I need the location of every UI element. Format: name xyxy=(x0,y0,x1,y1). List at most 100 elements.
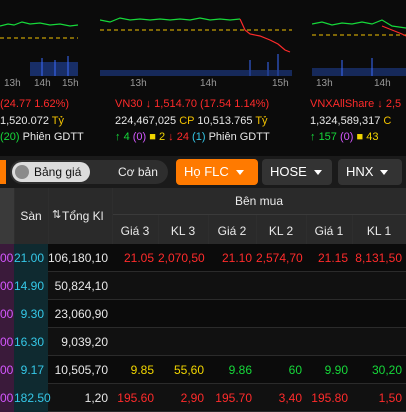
vnxallshare-shares: 1,324,589,317 xyxy=(310,115,381,127)
tick-label: 14h xyxy=(34,78,51,89)
kl1-cell xyxy=(352,272,406,300)
tong-kl-cell: 23,060,90 xyxy=(54,307,108,321)
gia2-cell xyxy=(208,328,256,356)
vnindex-chart-svg xyxy=(0,21,78,76)
tong-kl-cell: 1,20 xyxy=(84,391,108,405)
col-gia1-header: Giá 1 xyxy=(314,224,344,238)
san-cell: 21.00 xyxy=(14,244,48,272)
vn30-breadth: ↑ 4 (0) ■ 2 ↓ 24 (1) Phiên GDTT xyxy=(115,131,270,143)
col-kl1-header: KL 1 xyxy=(366,224,392,238)
sessions-label: Phiên GDTT xyxy=(22,131,84,143)
accent-edge xyxy=(0,160,6,184)
kl3-cell xyxy=(158,272,208,300)
vnxallshare-breadth: ↑ 157 (0) ■ 43 xyxy=(310,131,378,143)
down-arrow-icon: ↓ xyxy=(168,131,174,143)
tick-label: 13h xyxy=(4,78,21,89)
kl2-cell: 2,574,70 xyxy=(256,251,303,265)
floor-count: (20) xyxy=(0,131,20,143)
vnxallshare-name: VNXAllShare xyxy=(310,98,375,110)
gia3-cell xyxy=(112,328,158,356)
ref-square-icon: ■ xyxy=(356,131,364,143)
group-dropdown[interactable]: Họ FLC xyxy=(176,159,258,185)
tick-label: 13h xyxy=(130,78,147,89)
kl1-cell xyxy=(352,300,406,328)
up-arrow-icon: ↑ xyxy=(310,131,316,143)
header-divider xyxy=(112,214,406,215)
toggle-basic[interactable]: Cơ bản xyxy=(118,160,158,184)
kl3-cell: 2,90 xyxy=(180,391,204,405)
vn30-value: 1,514.70 xyxy=(154,98,197,110)
col-tong-kl-header[interactable]: Tổng Kl xyxy=(62,209,108,223)
gia1-cell: 9.90 xyxy=(324,363,348,377)
kl3-cell xyxy=(158,328,208,356)
chevron-down-icon xyxy=(235,170,244,176)
chevron-down-icon xyxy=(313,170,322,176)
tick-label: 13h xyxy=(316,78,333,89)
kl2-cell xyxy=(256,328,306,356)
tong-kl-cell: 50,824,10 xyxy=(54,279,108,293)
tran-cell: 00 xyxy=(0,384,14,412)
tick-label: 15h xyxy=(62,78,78,89)
table-row[interactable]: 00 9.30 23,060,90 xyxy=(0,300,406,328)
vnxallshare-volume: 1,324,589,317 C xyxy=(310,115,391,127)
kl3-cell: 55,60 xyxy=(173,363,204,377)
table-row[interactable]: 00 182.50 1,20 195.60 2,90 195.70 3,40 195.80 1,… xyxy=(0,384,406,412)
toggle-price-board[interactable]: Bảng giá xyxy=(34,160,81,184)
exchange-dropdown-hose[interactable]: HOSE xyxy=(262,159,332,185)
tran-cell: 00 xyxy=(0,272,14,300)
cp-label: CP xyxy=(179,115,195,127)
table-row[interactable]: 00 16.30 9,039,20 xyxy=(0,328,406,356)
gia1-cell xyxy=(306,328,352,356)
vn30-value-traded: 10,513.765 xyxy=(197,115,253,127)
kl2-cell xyxy=(256,272,306,300)
down-arrow-icon: ↓ xyxy=(377,98,383,110)
kl2-cell: 60 xyxy=(288,363,302,377)
vnindex-change-text: (24.77 1.62%) xyxy=(0,98,70,110)
vnindex-change: (24.77 1.62%) xyxy=(0,98,69,110)
header-edge xyxy=(0,188,14,244)
vnindex-sessions: (20) Phiên GDTT xyxy=(0,131,84,143)
up-arrow-icon: ↑ xyxy=(115,131,121,143)
vnxallshare-summary: VNXAllShare ↓ 2,5 xyxy=(310,98,401,110)
col-kl2-header: KL 2 xyxy=(268,224,294,238)
table-row[interactable]: 00 9.17 10,505,70 9.85 55,60 9.86 60 9.90 30,20 xyxy=(0,356,406,384)
vnxallshare-chart[interactable]: 13h 14h xyxy=(312,0,406,90)
col-san-header[interactable]: Sàn xyxy=(18,209,44,223)
floor-count: (1) xyxy=(192,131,206,143)
down-arrow-icon: ↓ xyxy=(145,98,152,110)
ref-count: 43 xyxy=(366,131,379,143)
gia1-cell: 195.80 xyxy=(311,391,348,405)
gia1-cell: 21.15 xyxy=(317,251,348,265)
tong-kl-cell: 9,039,20 xyxy=(61,335,108,349)
san-cell: 16.30 xyxy=(14,328,48,356)
san-cell: 9.30 xyxy=(14,300,48,328)
gia2-cell: 9.86 xyxy=(228,363,252,377)
view-toggle[interactable]: Bảng giá Cơ bản xyxy=(10,160,168,184)
exchange-dropdown-hnx[interactable]: HNX xyxy=(338,159,402,185)
gia2-cell xyxy=(208,300,256,328)
group-label: Họ FLC xyxy=(184,164,229,179)
kl1-cell xyxy=(352,328,406,356)
vnindex-chart[interactable]: 13h 14h 15h xyxy=(0,0,78,90)
tong-kl-cell: 10,505,70 xyxy=(54,363,108,377)
tran-cell: 00 xyxy=(0,244,14,272)
tran-cell: 00 xyxy=(0,356,14,384)
tick-label: 14h xyxy=(374,78,391,89)
gia1-cell xyxy=(306,272,352,300)
table-row[interactable]: 00 21.00 106,180,10 21.05 2,070,50 21.10 2,574… xyxy=(0,244,406,272)
ref-count: 2 xyxy=(158,131,166,143)
ceiling-count: (0) xyxy=(339,131,354,143)
sort-icon[interactable]: ⇅ xyxy=(52,208,61,221)
vnindex-volume: 1,520.072 Tỷ xyxy=(0,115,64,127)
vn30-chart[interactable]: 13h 14h 15h xyxy=(100,0,292,90)
tong-kl-cell: 106,180,10 xyxy=(48,251,109,265)
table-row[interactable]: 00 14.90 50,824,10 xyxy=(0,272,406,300)
tick-label: 15h xyxy=(272,78,289,89)
sessions-label: Phiên GDTT xyxy=(208,131,270,143)
chevron-down-icon xyxy=(380,170,389,176)
gia3-cell: 21.05 xyxy=(123,251,154,265)
gia3-cell: 195.60 xyxy=(117,391,154,405)
gia2-cell xyxy=(208,272,256,300)
vn30-chart-svg xyxy=(100,17,292,76)
vn30-volume: 224,467,025 CP 10,513.765 Tỷ xyxy=(115,115,268,127)
